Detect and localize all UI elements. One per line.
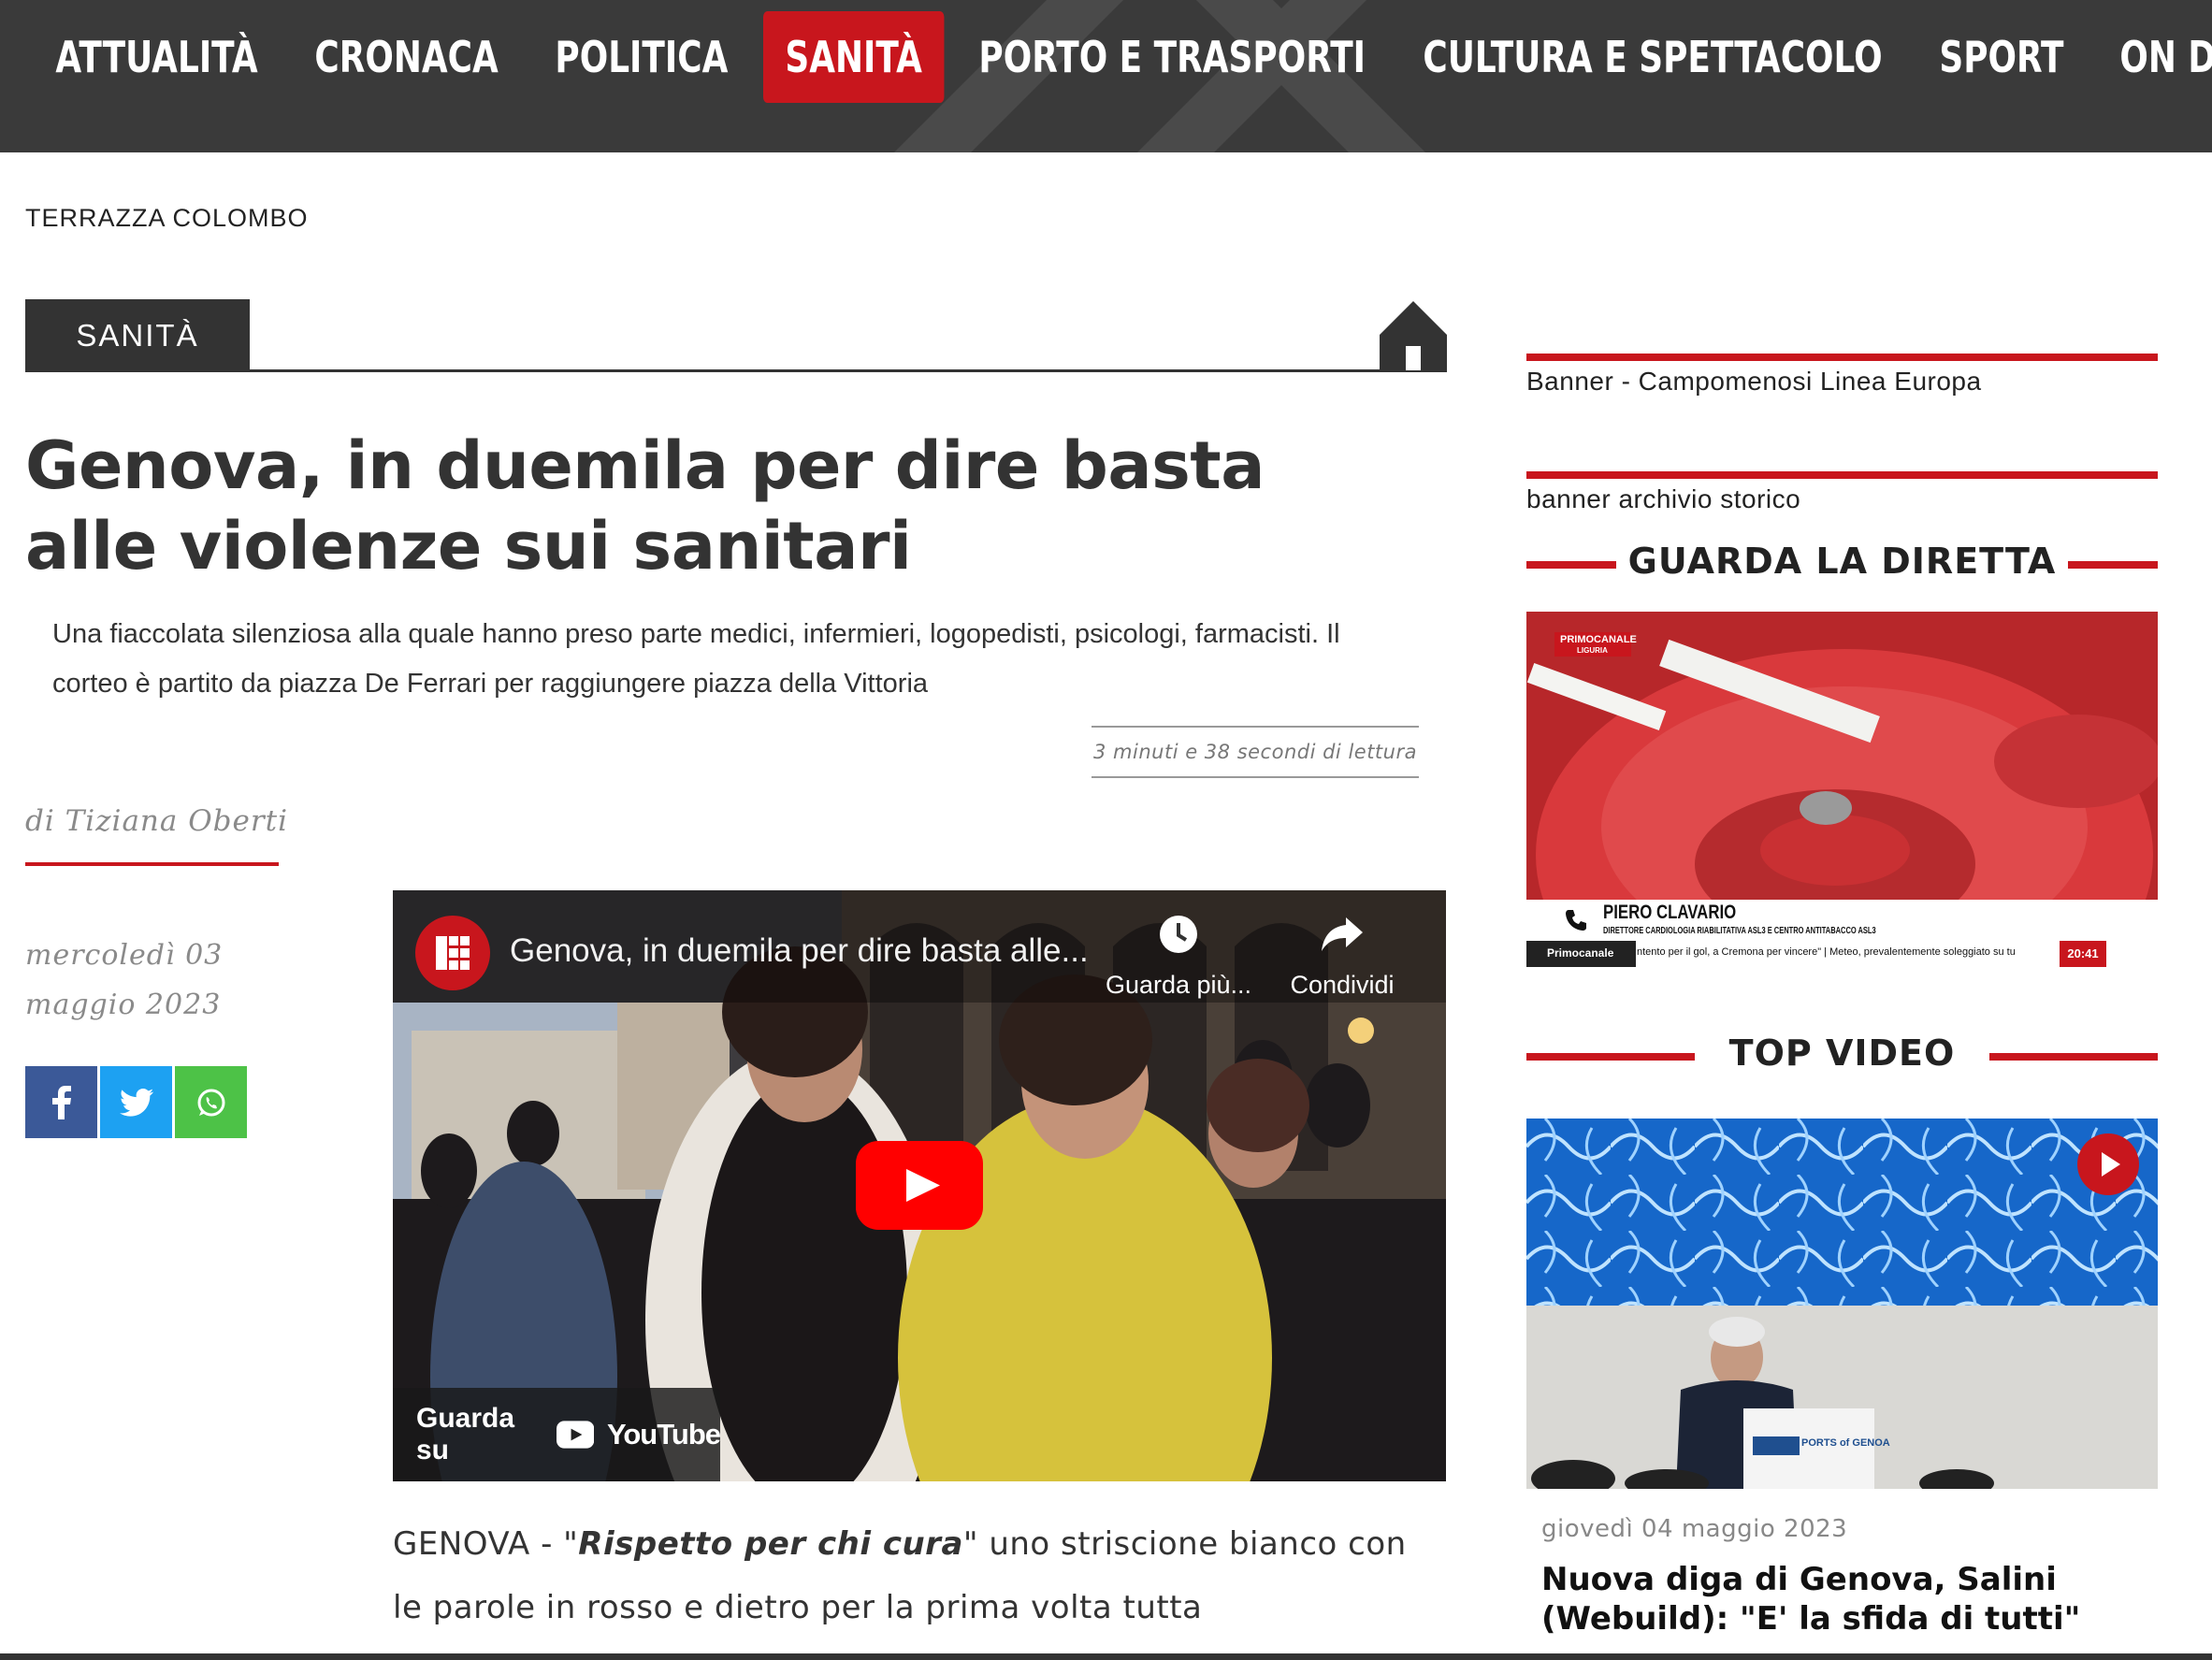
channel-bug-region: LIGURIA [1577,646,1608,655]
body-prefix: GENOVA - " [393,1525,579,1563]
live-heading: GUARDA LA DIRETTA [1526,541,2158,589]
whatsapp-share-button[interactable] [175,1066,247,1138]
play-icon [906,1169,940,1202]
nav-item-politica[interactable]: POLITICA [533,11,750,103]
channel-bug-name: PRIMOCANALE [1560,634,1637,645]
clock-icon [1160,916,1197,953]
watch-later-button[interactable]: Guarda più... [1099,914,1258,1000]
youtube-label: YouTube [607,1418,721,1451]
share-arrow-icon [1322,917,1363,951]
top-video-heading: TOP VIDEO [1526,1032,2158,1081]
main-navigation: ATTUALITÀ CRONACA POLITICA SANITÀ PORTO E TR… [0,0,2212,152]
live-heading-label: GUARDA LA DIRETTA [1627,541,2057,582]
guest-name: PIERO CLAVARIO [1603,902,1737,923]
top-video-image [1526,1119,2158,1489]
channel-logo[interactable] [415,916,490,990]
nav-item-on-demand[interactable]: ON DEMAND [2098,11,2212,103]
play-button[interactable] [856,1141,983,1230]
nav-list: ATTUALITÀ CRONACA POLITICA SANITÀ PORTO E TR… [34,11,2212,103]
nav-item-sanit[interactable]: SANITÀ [763,11,945,103]
article-summary: Una fiaccolata silenziosa alla quale han… [52,619,1340,699]
top-video-play-button[interactable] [2077,1133,2139,1195]
guest-role: DIRETTORE CARDIOLOGIA RIABILITATIVA ASL3… [1603,926,1876,936]
ticker-time: 20:41 [2060,941,2106,967]
twitter-share-button[interactable] [100,1066,172,1138]
author-underline [25,862,279,866]
video-share-button[interactable]: Condividi [1272,914,1412,1000]
nav-item-attualit[interactable]: ATTUALITÀ [34,11,280,103]
ticker-text: ntento per il gol, a Cremona per vincere… [1637,946,2016,958]
video-title[interactable]: Genova, in duemila per dire basta alle..… [510,932,1089,970]
banner-archivio-storico[interactable]: banner archivio storico [1526,471,2158,514]
home-icon[interactable] [1380,301,1447,370]
bottom-bar [0,1653,2212,1660]
twitter-icon [119,1088,153,1117]
nav-item-porto-e-trasporti[interactable]: PORTO E TRASPORTI [957,11,1387,103]
live-stream-player[interactable]: PRIMOCANALE LIGURIA PIERO CLAVARIO DIRET… [1526,612,2158,967]
primocanale-logo-icon [436,936,470,970]
youtube-icon [556,1421,594,1449]
section-bar: SANITÀ [25,299,1447,372]
nav-item-cultura-e-spettacolo[interactable]: CULTURA E SPETTACOLO [1401,11,1904,103]
body-quote: Rispetto per chi cura [578,1525,963,1563]
top-video-title[interactable]: Nuova diga di Genova, Salini (Webuild): … [1541,1560,2140,1638]
banner-campomenosi[interactable]: Banner - Campomenosi Linea Europa [1526,354,2158,397]
facebook-share-button[interactable] [25,1066,97,1138]
podium-text: PORTS of GENOA [1801,1437,1890,1449]
article-date: mercoledì 03 maggio 2023 [25,939,224,1021]
nav-item-cronaca[interactable]: CRONACA [293,11,520,103]
nav-item-sport[interactable]: SPORT [1917,11,2086,103]
article-body: GENOVA - "Rispetto per chi cura" uno str… [393,1512,1446,1639]
section-tag[interactable]: SANITÀ [25,299,250,372]
video-player[interactable]: Genova, in duemila per dire basta alle..… [393,890,1446,1481]
play-icon [2102,1152,2120,1176]
share-buttons [25,1066,247,1138]
watch-later-label: Guarda più... [1105,971,1252,999]
top-video-date: giovedì 04 maggio 2023 [1541,1515,1848,1543]
breadcrumb[interactable]: TERRAZZA COLOMBO [25,204,309,233]
reading-time: 3 minuti e 38 secondi di lettura [1092,726,1419,778]
facebook-icon [51,1085,71,1119]
whatsapp-icon [197,1089,224,1116]
watch-on-youtube-button[interactable]: Guarda su YouTube [393,1388,721,1481]
lower-third: PIERO CLAVARIO DIRETTORE CARDIOLOGIA RIA… [1526,900,2158,941]
channel-bug: PRIMOCANALE LIGURIA [1560,634,1637,657]
video-share-label: Condividi [1290,971,1395,999]
article-title: Genova, in duemila per dire basta alle v… [25,427,1265,585]
top-video-heading-label: TOP VIDEO [1728,1032,1956,1074]
top-video-thumbnail[interactable]: PORTS of GENOA [1526,1119,2158,1489]
article-author[interactable]: di Tiziana Oberti [25,804,288,838]
watch-on-label: Guarda su [416,1403,515,1465]
news-ticker: Primocanale ntento per il gol, a Cremona… [1526,941,2158,967]
phone-icon [1566,910,1586,931]
ticker-brand: Primocanale [1526,941,1636,967]
